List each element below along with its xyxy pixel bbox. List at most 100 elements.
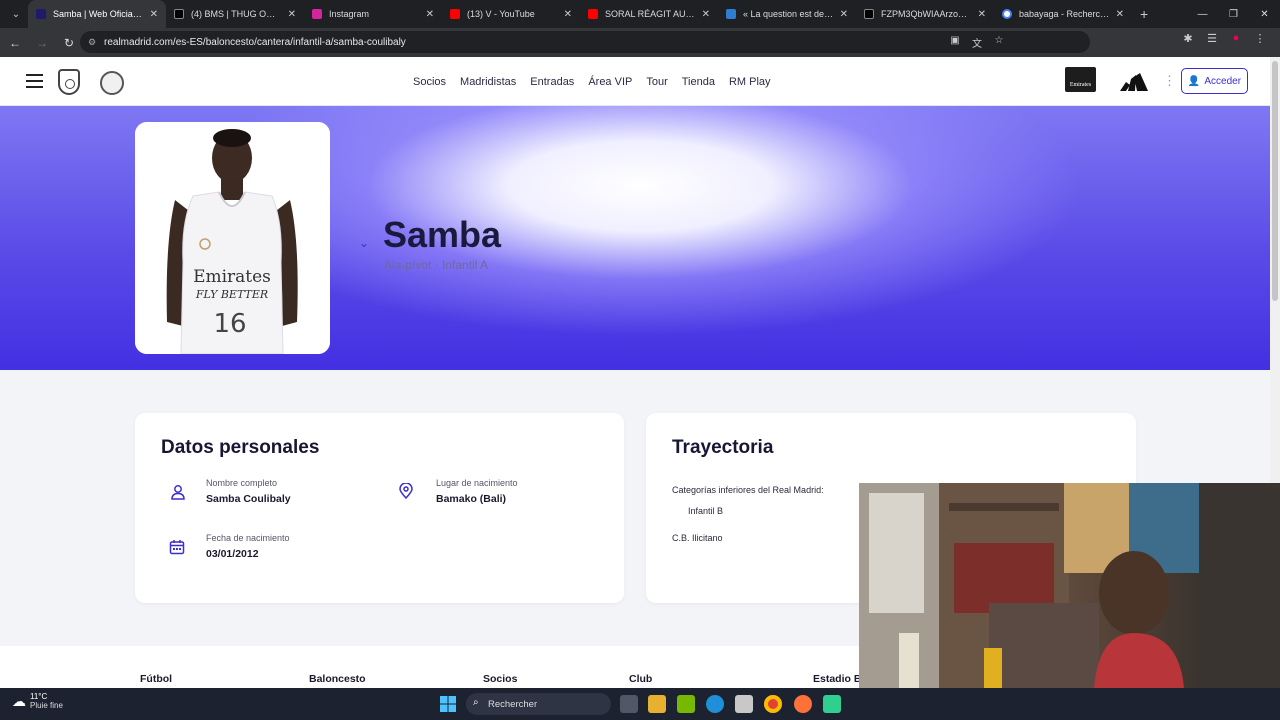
store-icon[interactable] bbox=[735, 695, 753, 713]
back-arrow-icon[interactable]: ← bbox=[3, 31, 27, 55]
tab-search-icon[interactable]: ⌄ bbox=[4, 4, 28, 24]
anniversary-badge-icon[interactable] bbox=[100, 71, 124, 95]
personal-data-title: Datos personales bbox=[161, 437, 320, 458]
nvidia-icon[interactable] bbox=[677, 695, 695, 713]
jersey-number-text: 16 bbox=[213, 309, 246, 339]
footer-baloncesto[interactable]: Baloncesto bbox=[309, 673, 366, 685]
reading-list-icon[interactable]: ☰ bbox=[1200, 32, 1224, 52]
search-icon: ⌕ bbox=[473, 697, 479, 708]
full-name-field: Nombre completo Samba Coulibaly bbox=[206, 478, 291, 505]
chrome-icon[interactable] bbox=[764, 695, 782, 713]
tab-label: SORAL RÉAGIT AU LARMES bbox=[605, 9, 696, 19]
birthplace-field: Lugar de nacimiento Bamako (Bali) bbox=[436, 478, 518, 505]
youtube-favicon-icon bbox=[450, 9, 460, 19]
browser-menu-icon[interactable]: ⋮ bbox=[1248, 32, 1272, 52]
close-icon[interactable]: ✕ bbox=[840, 9, 848, 20]
tab-0[interactable]: Samba | Web Oficial | Real Madrid ✕ bbox=[28, 0, 166, 28]
forward-arrow-icon[interactable]: → bbox=[30, 31, 54, 55]
restore-icon[interactable]: ❐ bbox=[1218, 0, 1249, 28]
tab-5[interactable]: « La question est de savoir ✕ bbox=[718, 0, 856, 28]
close-icon[interactable]: ✕ bbox=[978, 9, 986, 20]
tab-6[interactable]: FZPM3QbWIAArzow.jpg (image) ✕ bbox=[856, 0, 994, 28]
browser-toolbar: ← → ↻ ⚙ realmadrid.com/es-ES/baloncesto/… bbox=[0, 28, 1280, 57]
tab-2[interactable]: Instagram ✕ bbox=[304, 0, 442, 28]
close-icon[interactable]: ✕ bbox=[288, 9, 296, 20]
nav-entradas[interactable]: Entradas bbox=[530, 76, 574, 88]
close-window-icon[interactable]: ✕ bbox=[1249, 0, 1280, 28]
career-title: Trayectoria bbox=[672, 437, 774, 458]
translate-icon[interactable]: 文 bbox=[966, 35, 988, 50]
file-explorer-icon[interactable] bbox=[648, 695, 666, 713]
youtube-favicon-icon bbox=[588, 9, 598, 19]
real-madrid-crest-icon[interactable] bbox=[58, 69, 80, 95]
close-icon[interactable]: ✕ bbox=[1116, 9, 1124, 20]
window-controls: — ❐ ✕ bbox=[1187, 0, 1280, 28]
tab-3[interactable]: (13) V - YouTube ✕ bbox=[442, 0, 580, 28]
taskbar-search[interactable]: ⌕ Rechercher bbox=[466, 693, 611, 715]
field-value: 03/01/2012 bbox=[206, 548, 259, 560]
footer-estadio[interactable]: Estadio B bbox=[813, 673, 861, 685]
profile-avatar-icon[interactable]: ● bbox=[1224, 32, 1248, 52]
nav-tour[interactable]: Tour bbox=[646, 76, 667, 88]
site-info-icon[interactable]: ⚙ bbox=[88, 37, 100, 48]
minimize-icon[interactable]: — bbox=[1187, 0, 1218, 28]
tab-4[interactable]: SORAL RÉAGIT AU LARMES ✕ bbox=[580, 0, 718, 28]
scrollbar-thumb[interactable] bbox=[1272, 61, 1278, 301]
field-label: Lugar de nacimiento bbox=[436, 478, 518, 488]
tab-label: (13) V - YouTube bbox=[467, 9, 535, 19]
address-bar[interactable]: ⚙ realmadrid.com/es-ES/baloncesto/canter… bbox=[80, 31, 1090, 53]
more-options-icon[interactable]: ⋮ bbox=[1163, 73, 1176, 89]
url-text: realmadrid.com/es-ES/baloncesto/cantera/… bbox=[104, 36, 406, 48]
footer-club[interactable]: Club bbox=[629, 673, 652, 685]
calendar-icon bbox=[169, 540, 185, 555]
browser-tabstrip: ⌄ Samba | Web Oficial | Real Madrid ✕ (4… bbox=[0, 0, 1280, 28]
new-tab-plus-icon[interactable]: + bbox=[1140, 6, 1148, 22]
user-icon: 👤 bbox=[1187, 75, 1201, 87]
footer-futbol[interactable]: Fútbol bbox=[140, 673, 172, 685]
reload-icon[interactable]: ↻ bbox=[57, 31, 81, 55]
windows-start-icon[interactable] bbox=[440, 696, 456, 712]
nav-tienda[interactable]: Tienda bbox=[682, 76, 715, 88]
bookmark-star-icon[interactable]: ☆ bbox=[988, 35, 1010, 50]
tab-label: FZPM3QbWIAArzow.jpg (image) bbox=[881, 9, 972, 19]
extensions-puzzle-icon[interactable]: ✱ bbox=[1176, 32, 1200, 52]
emirates-sponsor-logo[interactable]: Emirates bbox=[1065, 67, 1096, 92]
close-icon[interactable]: ✕ bbox=[702, 9, 710, 20]
install-app-icon[interactable]: ▣ bbox=[944, 35, 966, 50]
nav-madridistas[interactable]: Madridistas bbox=[460, 76, 516, 88]
nav-area-vip[interactable]: Área VIP bbox=[588, 76, 632, 88]
close-icon[interactable]: ✕ bbox=[426, 9, 434, 20]
weather-temp: 11°C bbox=[30, 692, 48, 701]
youth-categories-heading: Categorías inferiores del Real Madrid: bbox=[672, 485, 824, 495]
chevron-down-icon[interactable]: ⌄ bbox=[359, 236, 369, 250]
cloud-rain-icon: ☁ bbox=[12, 692, 26, 709]
firefox-icon[interactable] bbox=[794, 695, 812, 713]
main-nav: Socios Madridistas Entradas Área VIP Tou… bbox=[413, 57, 785, 106]
realmadrid-favicon-icon bbox=[36, 9, 46, 19]
nav-socios[interactable]: Socios bbox=[413, 76, 446, 88]
close-icon[interactable]: ✕ bbox=[150, 9, 158, 20]
weather-desc: Pluie fine bbox=[30, 701, 63, 710]
previous-club-item: C.B. Ilicitano bbox=[672, 533, 723, 543]
hamburger-menu-icon[interactable] bbox=[26, 74, 43, 88]
tab-label: « La question est de savoir bbox=[743, 9, 834, 19]
task-view-icon[interactable] bbox=[620, 695, 638, 713]
footer-socios[interactable]: Socios bbox=[483, 673, 517, 685]
close-icon[interactable]: ✕ bbox=[564, 9, 572, 20]
tab-7[interactable]: babayaga - Recherche Google ✕ bbox=[994, 0, 1132, 28]
nav-rm-play[interactable]: RM Play bbox=[729, 76, 771, 88]
edge-icon[interactable] bbox=[706, 695, 724, 713]
player-position: Ala-pívot · Infantil A bbox=[384, 258, 489, 272]
field-label: Nombre completo bbox=[206, 478, 278, 488]
adidas-logo-icon[interactable] bbox=[1118, 71, 1150, 91]
tab-label: (4) BMS | THUG OR WHAT bbox=[191, 9, 282, 19]
field-value: Bamako (Bali) bbox=[436, 493, 507, 505]
tab-1[interactable]: (4) BMS | THUG OR WHAT ✕ bbox=[166, 0, 304, 28]
youth-category-item: Infantil B bbox=[688, 506, 724, 516]
app-icon[interactable] bbox=[823, 695, 841, 713]
tab-label: babayaga - Recherche Google bbox=[1019, 9, 1110, 19]
login-button[interactable]: 👤 Acceder bbox=[1181, 68, 1248, 94]
weather-widget[interactable]: ☁ 11°C Pluie fine bbox=[12, 692, 63, 710]
player-name: Samba bbox=[383, 214, 502, 255]
personal-data-card: Datos personales Nombre completo Samba C… bbox=[135, 413, 624, 603]
